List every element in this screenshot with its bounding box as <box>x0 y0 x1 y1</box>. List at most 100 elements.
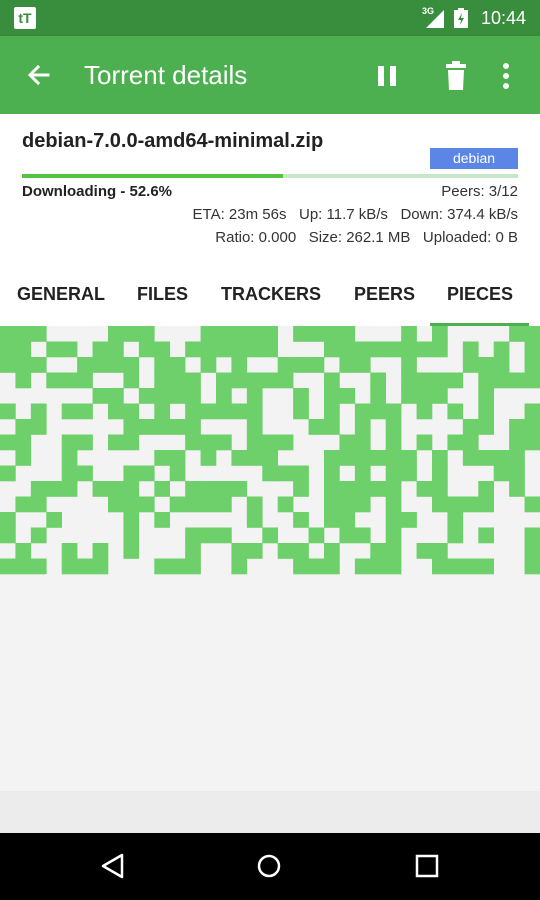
pieces-map-area[interactable] <box>0 326 540 791</box>
pause-button[interactable] <box>368 58 408 94</box>
piece-cell <box>61 481 78 497</box>
piece-cell <box>246 434 263 451</box>
label-badge[interactable]: debian <box>430 148 518 169</box>
piece-cell <box>15 450 32 466</box>
piece-cell <box>432 558 448 575</box>
piece-cell <box>15 434 32 451</box>
piece-cell <box>216 403 232 420</box>
piece-cell <box>432 450 448 466</box>
eta-value: ETA: 23m 56s <box>192 206 287 223</box>
piece-cell <box>339 388 356 404</box>
piece-cell <box>169 372 186 389</box>
piece-cell <box>108 357 124 373</box>
size-value: Size: 262.1 MB <box>308 229 411 246</box>
piece-cell <box>0 527 16 544</box>
app-bar: Torrent details <box>0 36 540 114</box>
nav-recents-icon[interactable] <box>413 852 441 880</box>
piece-cell <box>293 403 309 420</box>
piece-cell <box>61 465 78 482</box>
piece-cell <box>169 419 186 435</box>
piece-cell <box>432 465 448 482</box>
tab-pieces[interactable]: PIECES <box>447 284 513 305</box>
piece-cell <box>200 357 217 373</box>
piece-cell <box>432 341 448 358</box>
piece-cell <box>138 388 155 404</box>
piece-cell <box>15 419 32 435</box>
piece-cell <box>154 341 171 358</box>
piece-cell <box>61 341 78 358</box>
piece-cell <box>385 512 402 528</box>
piece-cell <box>154 388 171 404</box>
piece-cell <box>354 357 371 373</box>
piece-cell <box>123 403 140 420</box>
piece-cell <box>509 372 525 389</box>
nav-back-icon[interactable] <box>98 851 128 881</box>
piece-cell <box>416 341 433 358</box>
piece-cell <box>185 403 201 420</box>
ratio-value: Ratio: 0.000 <box>215 229 297 246</box>
piece-cell <box>92 481 109 497</box>
piece-cell <box>524 341 540 358</box>
piece-cell <box>293 558 309 575</box>
piece-cell <box>339 341 356 358</box>
tab-peers[interactable]: PEERS <box>354 284 415 305</box>
piece-cell <box>324 341 340 358</box>
size-stats-line: Ratio: 0.000 Size: 262.1 MB Uploaded: 0 … <box>215 229 518 246</box>
piece-cell <box>92 341 109 358</box>
piece-cell <box>77 434 93 451</box>
piece-cell <box>493 341 510 358</box>
piece-cell <box>200 496 217 513</box>
overflow-menu-button[interactable] <box>492 56 520 96</box>
piece-cell <box>216 388 232 404</box>
tab-trackers[interactable]: TRACKERS <box>221 284 321 305</box>
download-speed: Down: 374.4 kB/s <box>400 206 518 223</box>
piece-cell <box>154 450 171 466</box>
delete-button[interactable] <box>436 56 476 96</box>
piece-cell <box>354 527 371 544</box>
piece-cell <box>370 543 387 559</box>
piece-cell <box>478 527 495 544</box>
piece-cell <box>231 326 248 342</box>
piece-cell <box>370 388 387 404</box>
piece-cell <box>293 481 309 497</box>
piece-cell <box>216 434 232 451</box>
piece-cell <box>416 481 433 497</box>
piece-cell <box>478 403 495 420</box>
tab-files[interactable]: FILES <box>137 284 188 305</box>
piece-cell <box>77 357 93 373</box>
piece-cell <box>108 403 124 420</box>
piece-cell <box>308 357 325 373</box>
back-button[interactable] <box>20 58 56 94</box>
piece-cell <box>324 326 340 342</box>
piece-cell <box>154 403 171 420</box>
piece-cell <box>123 527 140 544</box>
piece-cell <box>370 481 387 497</box>
piece-cell <box>385 465 402 482</box>
piece-cell <box>46 341 63 358</box>
piece-cell <box>262 326 279 342</box>
piece-cell <box>370 403 387 420</box>
piece-cell <box>416 388 433 404</box>
piece-cell <box>509 326 525 342</box>
piece-cell <box>0 341 16 358</box>
nav-home-icon[interactable] <box>254 851 284 881</box>
piece-cell <box>123 481 140 497</box>
piece-cell <box>277 434 294 451</box>
piece-cell <box>447 558 464 575</box>
piece-cell <box>216 527 232 544</box>
piece-cell <box>15 341 32 358</box>
piece-cell <box>30 403 47 420</box>
piece-cell <box>416 543 433 559</box>
piece-cell <box>138 341 155 358</box>
back-arrow-icon <box>27 64 50 86</box>
piece-cell <box>231 357 248 373</box>
piece-cell <box>509 465 525 482</box>
piece-cell <box>416 403 433 420</box>
piece-cell <box>0 357 16 373</box>
piece-cell <box>339 481 356 497</box>
piece-cell <box>354 434 371 451</box>
tab-general[interactable]: GENERAL <box>17 284 105 305</box>
piece-cell <box>92 558 109 575</box>
piece-cell <box>462 434 479 451</box>
piece-cell <box>108 434 124 451</box>
